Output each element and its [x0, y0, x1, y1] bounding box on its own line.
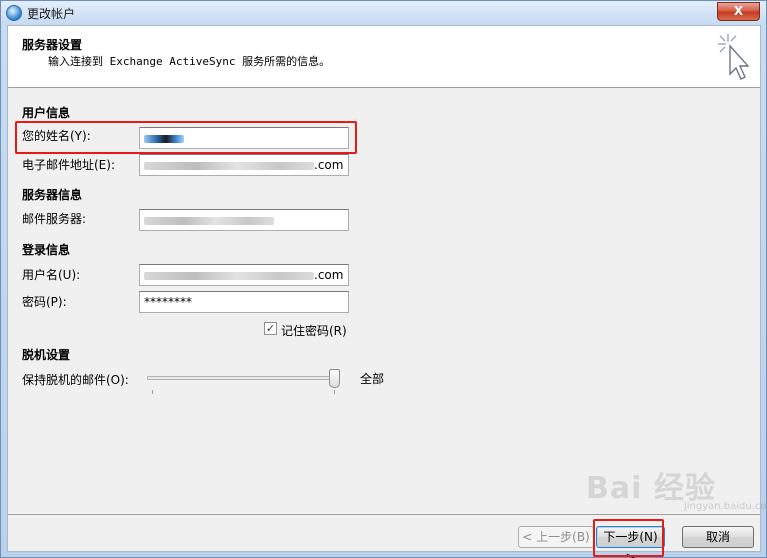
username-input[interactable]: .com	[139, 264, 349, 286]
section-user-info: 用户信息	[22, 106, 71, 120]
section-server-info: 服务器信息	[22, 188, 83, 202]
name-input[interactable]	[139, 127, 349, 149]
email-suffix: .com	[314, 158, 344, 172]
keep-offline-label: 保持脱机的邮件(O):	[22, 373, 129, 387]
header-panel: 服务器设置 输入连接到 Exchange ActiveSync 服务所需的信息。	[8, 26, 760, 88]
name-label: 您的姓名(Y):	[22, 129, 91, 143]
email-input[interactable]: .com	[139, 154, 349, 176]
section-offline: 脱机设置	[22, 348, 71, 362]
server-input[interactable]	[139, 209, 349, 231]
slider-tick-start	[152, 390, 153, 394]
username-label: 用户名(U):	[22, 268, 81, 282]
close-button[interactable]: X	[717, 2, 760, 21]
highlight-next-box	[593, 519, 664, 557]
change-account-window: 更改帐户 X 服务器设置 输入连接到 Exchange ActiveSync 服…	[0, 0, 767, 558]
offline-slider-track[interactable]	[147, 376, 337, 380]
header-title: 服务器设置	[22, 38, 83, 52]
remember-password-label: 记住密码(R)	[281, 324, 347, 338]
window-title: 更改帐户	[27, 7, 76, 21]
header-description: 输入连接到 Exchange ActiveSync 服务所需的信息。	[48, 55, 331, 68]
server-label: 邮件服务器:	[22, 212, 87, 226]
username-suffix: .com	[314, 268, 344, 282]
back-button[interactable]: < 上一步(B)	[518, 526, 594, 548]
password-label: 密码(P):	[22, 295, 67, 309]
email-label: 电子邮件地址(E):	[22, 158, 115, 172]
outlook-app-icon	[6, 5, 22, 21]
wizard-cursor-icon	[718, 34, 750, 80]
bottom-divider	[8, 514, 760, 515]
cancel-button[interactable]: 取消	[682, 526, 754, 548]
baidu-watermark-url: jingyan.baidu.com	[684, 501, 767, 512]
password-input[interactable]: ********	[139, 291, 349, 313]
title-bar: 更改帐户 X	[1, 1, 766, 25]
offline-slider-thumb[interactable]	[329, 369, 340, 388]
slider-tick-end	[334, 390, 335, 394]
remember-password-checkbox[interactable]: ✓	[264, 322, 277, 335]
slider-value-label: 全部	[360, 372, 385, 386]
section-login-info: 登录信息	[22, 243, 71, 257]
